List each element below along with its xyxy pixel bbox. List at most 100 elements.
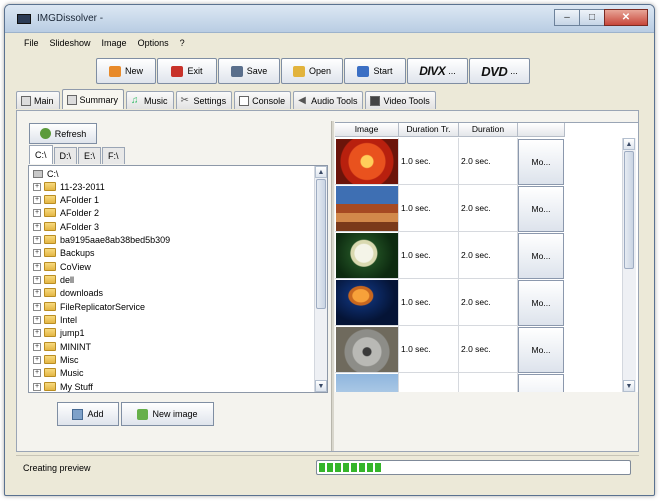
thumbnail-koala[interactable] [336, 327, 398, 372]
tab-summary[interactable]: Summary [61, 89, 125, 109]
column-header-duration-tr[interactable]: Duration Tr. [399, 123, 459, 137]
panel-splitter[interactable] [331, 121, 334, 451]
new-image-button[interactable]: New image [121, 402, 214, 426]
tree-folder[interactable]: + MININT [33, 340, 91, 353]
expand-icon[interactable]: + [33, 248, 41, 257]
column-header-duration[interactable]: Duration [459, 123, 518, 137]
thumbnail-desert-rock[interactable] [336, 186, 398, 231]
expand-icon[interactable]: + [33, 342, 41, 351]
tree-root[interactable]: C:\ [33, 169, 59, 179]
scroll-down-icon[interactable]: ▼ [623, 380, 635, 392]
expand-icon[interactable]: + [33, 195, 41, 204]
menu-options[interactable]: Options [133, 34, 175, 52]
expand-icon[interactable]: + [33, 208, 41, 217]
new-button[interactable]: New [96, 58, 156, 84]
expand-icon[interactable]: + [33, 302, 41, 311]
menu-help[interactable]: ? [175, 34, 191, 52]
minimize-button[interactable]: – [554, 9, 580, 26]
duration-tr-cell[interactable]: 1.0 sec. [399, 138, 459, 185]
save-button[interactable]: Save [218, 58, 280, 84]
expand-icon[interactable]: + [33, 368, 41, 377]
expand-icon[interactable]: + [33, 328, 41, 337]
expand-icon[interactable]: + [33, 222, 41, 231]
table-row[interactable]: 1.0 sec. 2.0 sec. Mo... [335, 279, 623, 326]
duration-tr-cell[interactable]: 1.0 sec. [399, 232, 459, 279]
tree-folder[interactable]: + AFolder 1 [33, 193, 99, 206]
refresh-button[interactable]: Refresh [29, 123, 97, 144]
menu-slideshow[interactable]: Slideshow [45, 34, 97, 52]
scroll-thumb[interactable] [316, 179, 326, 309]
tree-folder[interactable]: + Backups [33, 246, 95, 259]
tree-folder[interactable]: + AFolder 2 [33, 206, 99, 219]
more-button[interactable] [518, 374, 564, 392]
tab-video-tools[interactable]: Video Tools [365, 91, 436, 109]
close-button[interactable]: ✕ [604, 9, 648, 26]
table-row[interactable] [335, 373, 623, 392]
drive-tab-c[interactable]: C:\ [29, 145, 53, 164]
expand-icon[interactable]: + [33, 262, 41, 271]
scroll-up-icon[interactable]: ▲ [623, 138, 635, 150]
table-row[interactable]: 1.0 sec. 2.0 sec. Mo... [335, 185, 623, 232]
drive-tab-e[interactable]: E:\ [78, 147, 102, 164]
folder-tree[interactable]: C:\ +11-23-2011 + AFolder 1 + AFolder 2 + A… [28, 165, 328, 393]
duration-tr-cell[interactable]: 1.0 sec. [399, 279, 459, 326]
tree-folder[interactable]: + downloads [33, 286, 103, 299]
more-button[interactable]: Mo... [518, 233, 564, 279]
menu-file[interactable]: File [19, 34, 45, 52]
expand-icon[interactable]: + [33, 235, 41, 244]
duration-cell[interactable]: 2.0 sec. [459, 279, 518, 326]
table-row[interactable]: 1.0 sec. 2.0 sec. Mo... [335, 232, 623, 279]
tab-music[interactable]: ♫ Music [126, 91, 174, 109]
more-button[interactable]: Mo... [518, 186, 564, 232]
expand-icon[interactable]: + [33, 382, 41, 391]
duration-tr-cell[interactable] [399, 373, 459, 392]
scroll-thumb[interactable] [624, 151, 634, 269]
expand-icon[interactable]: + [33, 315, 41, 324]
thumbnail-jellyfish[interactable] [336, 280, 398, 325]
expand-icon[interactable]: + [33, 275, 41, 284]
scroll-up-icon[interactable]: ▲ [315, 166, 327, 178]
tab-settings[interactable]: ✂ Settings [175, 91, 233, 109]
duration-cell[interactable]: 2.0 sec. [459, 326, 518, 373]
tree-folder[interactable]: + Misc [33, 353, 79, 366]
drive-tab-d[interactable]: D:\ [53, 147, 78, 164]
scroll-down-icon[interactable]: ▼ [315, 380, 327, 392]
drive-tab-f[interactable]: F:\ [102, 147, 125, 164]
tab-audio-tools[interactable]: ◀ Audio Tools [293, 91, 364, 109]
expand-icon[interactable]: + [33, 355, 41, 364]
tree-folder[interactable]: +11-23-2011 [33, 180, 105, 193]
divx-button[interactable]: DIVX ... [407, 58, 468, 84]
dvd-button[interactable]: DVD ... [469, 58, 530, 84]
thumbnail-white-flower[interactable] [336, 233, 398, 278]
tree-folder[interactable]: + jump1 [33, 326, 85, 339]
table-row[interactable]: 1.0 sec. 2.0 sec. Mo... [335, 326, 623, 373]
tree-folder[interactable]: + CoView [33, 260, 91, 273]
tree-folder[interactable]: + Music [33, 366, 84, 379]
duration-cell[interactable]: 2.0 sec. [459, 138, 518, 185]
tree-folder[interactable]: + dell [33, 273, 74, 286]
duration-tr-cell[interactable]: 1.0 sec. [399, 185, 459, 232]
tree-folder[interactable]: + FileReplicatorService [33, 300, 145, 313]
more-button[interactable]: Mo... [518, 327, 564, 373]
tree-folder[interactable]: + ba9195aae8ab38bed5b309 [33, 233, 170, 246]
tree-folder[interactable]: + AFolder 3 [33, 220, 99, 233]
column-header-image[interactable]: Image [335, 123, 399, 137]
exit-button[interactable]: Exit [157, 58, 217, 84]
tree-scrollbar[interactable]: ▲ ▼ [314, 166, 327, 392]
tree-folder[interactable]: + My Stuff [33, 380, 93, 392]
thumbnail-red-flower[interactable] [336, 139, 398, 184]
duration-cell[interactable]: 2.0 sec. [459, 185, 518, 232]
more-button[interactable]: Mo... [518, 139, 564, 185]
table-row[interactable]: 1.0 sec. 2.0 sec. Mo... [335, 138, 623, 185]
tab-main[interactable]: Main [16, 91, 60, 109]
tab-console[interactable]: Console [234, 91, 292, 109]
tree-folder[interactable]: + Intel [33, 313, 77, 326]
add-button[interactable]: Add [57, 402, 119, 426]
open-button[interactable]: Open [281, 58, 343, 84]
expand-icon[interactable]: + [33, 288, 41, 297]
menu-image[interactable]: Image [97, 34, 133, 52]
title-bar[interactable]: IMGDissolver - – □ ✕ [5, 5, 654, 33]
duration-cell[interactable] [459, 373, 518, 392]
thumbnail-lighthouse[interactable] [336, 374, 398, 392]
maximize-button[interactable]: □ [579, 9, 605, 26]
